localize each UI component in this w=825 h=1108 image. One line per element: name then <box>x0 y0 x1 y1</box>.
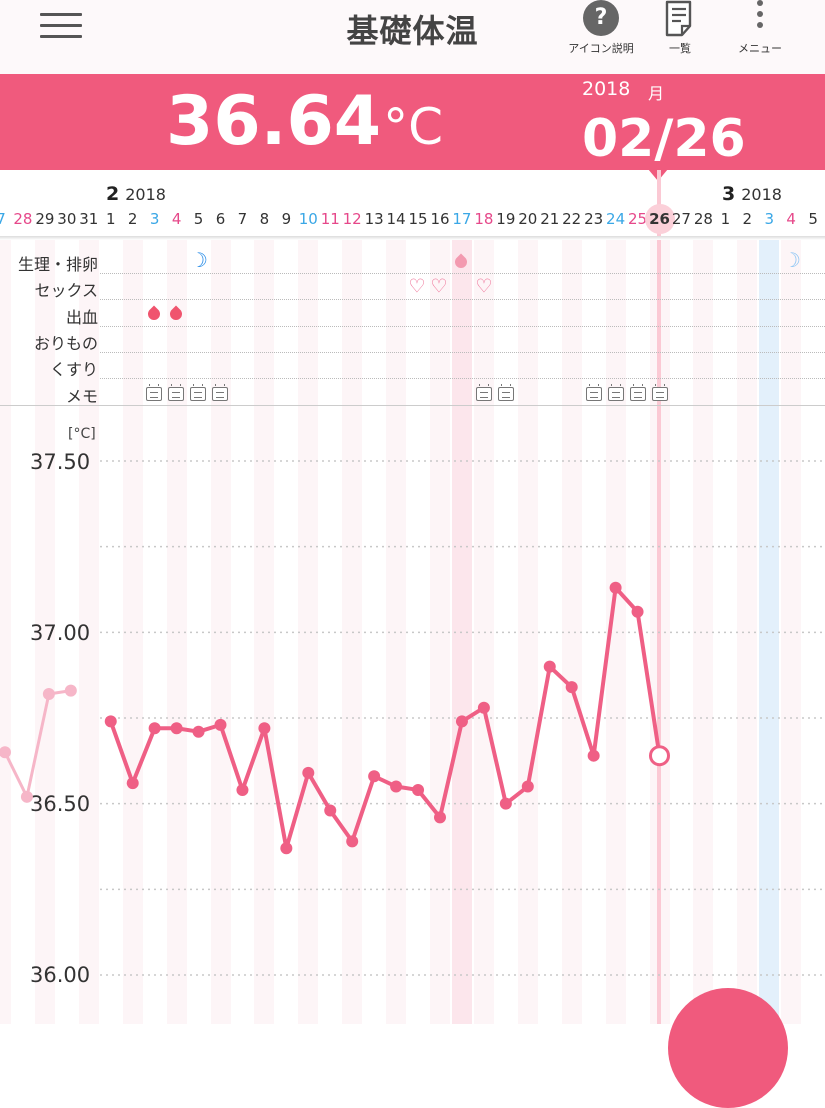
temperature-line <box>108 585 662 851</box>
data-point[interactable] <box>565 681 578 694</box>
data-point[interactable] <box>302 766 315 779</box>
data-point[interactable] <box>64 684 77 697</box>
data-point[interactable] <box>521 780 534 793</box>
previous-cycle-line <box>3 689 72 799</box>
data-point[interactable] <box>42 688 55 701</box>
data-point[interactable] <box>412 783 425 796</box>
data-point[interactable] <box>455 715 468 728</box>
data-point[interactable] <box>587 749 600 762</box>
data-point[interactable] <box>631 605 644 618</box>
data-point[interactable] <box>0 746 11 759</box>
selected-data-point[interactable] <box>649 745 670 767</box>
data-point[interactable] <box>499 797 512 810</box>
data-point[interactable] <box>192 725 205 738</box>
data-point[interactable] <box>170 722 183 735</box>
data-point[interactable] <box>434 811 446 824</box>
data-point[interactable] <box>390 780 403 793</box>
data-point[interactable] <box>236 783 249 796</box>
data-point[interactable] <box>258 722 271 735</box>
temperature-chart[interactable] <box>0 0 825 1024</box>
data-point[interactable] <box>280 842 293 855</box>
data-point[interactable] <box>324 804 337 817</box>
data-point[interactable] <box>477 701 490 714</box>
data-point[interactable] <box>214 718 227 731</box>
data-point[interactable] <box>20 790 33 803</box>
data-point[interactable] <box>368 770 381 783</box>
add-entry-button[interactable] <box>668 988 788 1108</box>
data-point[interactable] <box>148 722 161 735</box>
data-point[interactable] <box>543 660 556 673</box>
data-point[interactable] <box>346 835 359 848</box>
data-point[interactable] <box>126 777 139 790</box>
data-point[interactable] <box>104 715 117 728</box>
data-point[interactable] <box>609 581 622 594</box>
